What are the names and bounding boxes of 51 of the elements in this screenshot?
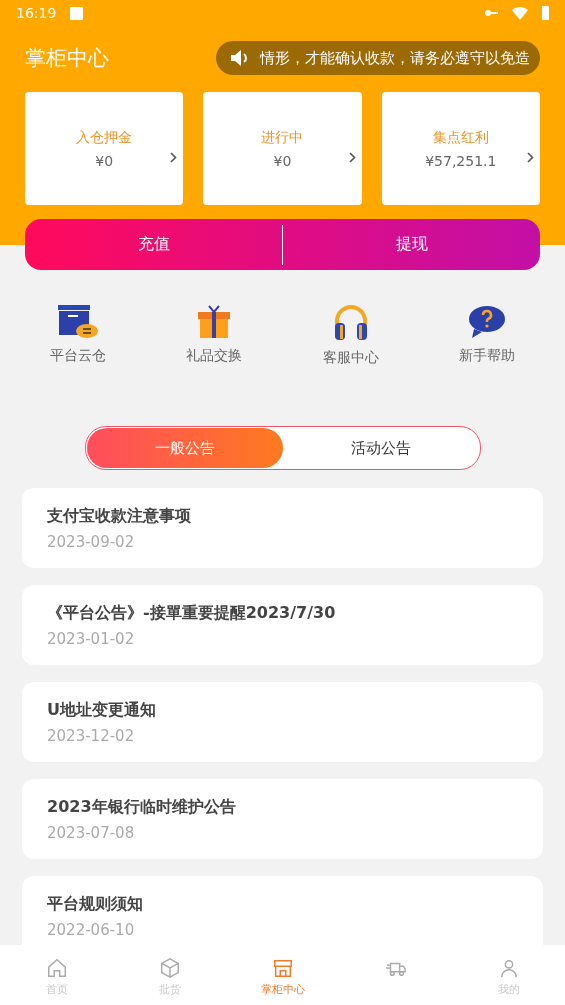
stat-label: 入仓押金 — [76, 128, 133, 147]
notice-date: 2023-01-02 — [47, 629, 136, 648]
stat-card[interactable]: 集点红利 ¥57,251.1 — [381, 92, 540, 205]
notice-title: 平台规则须知 — [47, 893, 144, 915]
stat-label: 进行中 — [261, 128, 304, 147]
gift-icon — [197, 305, 232, 339]
wifi-icon — [512, 6, 528, 20]
status-time: 16:19 — [16, 5, 57, 21]
chevron-right-icon — [170, 152, 178, 163]
stat-card[interactable]: 入仓押金 ¥0 — [25, 92, 184, 205]
key-icon — [484, 9, 498, 17]
notice-card[interactable]: 支付宝收款注意事项 2023-09-02 — [22, 488, 543, 568]
cube-icon — [158, 957, 181, 979]
square-icon — [70, 6, 84, 20]
notice-title: 《平台公告》-接單重要提醒2023/7/30 — [47, 602, 337, 624]
question-bubble-icon — [467, 305, 506, 339]
shortcut-button[interactable]: 礼品交换 — [146, 304, 283, 368]
nav-item[interactable]: 掌柜中心 — [226, 945, 339, 1005]
notice-title: U地址变更通知 — [47, 699, 157, 721]
stat-value: ¥0 — [273, 152, 292, 169]
shortcut-button[interactable]: 客服中心 — [282, 304, 419, 368]
headphones-icon — [333, 305, 368, 341]
home-icon — [45, 957, 68, 979]
page-title: 掌柜中心 — [25, 45, 109, 72]
notice-tab[interactable]: 一般公告 — [86, 428, 283, 468]
stat-value: ¥57,251.1 — [425, 152, 497, 169]
battery-icon — [542, 6, 549, 20]
notice-title: 支付宝收款注意事项 — [47, 505, 192, 527]
stat-value: ¥0 — [95, 152, 114, 169]
notice-tab[interactable]: 活动公告 — [282, 428, 479, 468]
shortcut-button[interactable]: 平台云仓 — [10, 304, 147, 368]
notice-date: 2023-07-08 — [47, 823, 136, 842]
notice-ticker[interactable]: 情形，才能确认收款，请务必遵守以免造 — [216, 41, 540, 75]
stat-label: 集点红利 — [432, 128, 489, 147]
notice-card[interactable]: 平台规则须知 2022-06-10 — [22, 876, 543, 945]
stat-card[interactable]: 进行中 ¥0 — [203, 92, 362, 205]
notice-date: 2023-09-02 — [47, 532, 136, 551]
chevron-right-icon — [527, 152, 534, 163]
notice-date: 2022-06-10 — [47, 920, 136, 939]
store-icon — [271, 957, 294, 979]
shortcut-button[interactable]: 新手帮助 — [418, 304, 555, 368]
notice-title: 2023年银行临时维护公告 — [47, 796, 237, 818]
action-button[interactable]: 充值 — [25, 219, 282, 270]
notice-card[interactable]: 2023年银行临时维护公告 2023-07-08 — [22, 779, 543, 859]
chevron-right-icon — [348, 152, 356, 163]
notice-card[interactable]: U地址变更通知 2023-12-02 — [22, 682, 543, 762]
box-cloud-icon — [58, 305, 99, 339]
action-button[interactable]: 提现 — [283, 219, 540, 270]
speaker-icon — [230, 49, 250, 67]
notice-card[interactable]: 《平台公告》-接單重要提醒2023/7/30 2023-01-02 — [22, 585, 543, 665]
notice-date: 2023-12-02 — [47, 726, 136, 745]
